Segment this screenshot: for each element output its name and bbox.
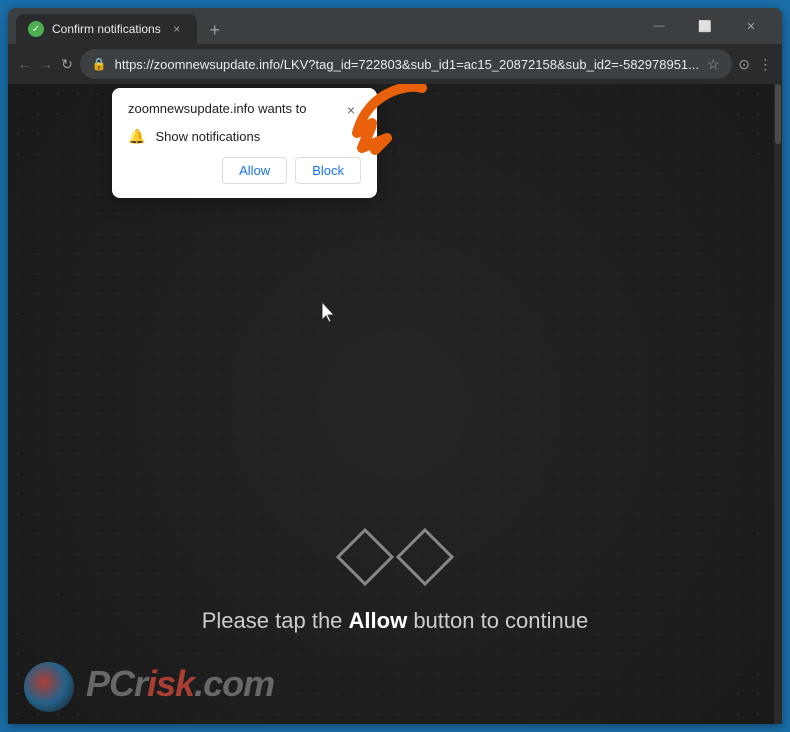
permission-text: Show notifications — [155, 129, 260, 144]
back-button[interactable]: ← — [16, 50, 33, 78]
tab-strip: ✓ Confirm notifications × + — [8, 8, 229, 44]
message-prefix: Please tap the — [202, 608, 349, 633]
mouse-cursor — [322, 302, 334, 322]
menu-icon: ⋮ — [758, 56, 772, 73]
svg-text:PCrisk.com: PCrisk.com — [86, 663, 274, 704]
message-suffix: button to continue — [407, 608, 588, 633]
popup-title: zoomnewsupdate.info wants to — [128, 100, 341, 118]
popup-permission-row: 🔔 Show notifications — [128, 128, 361, 145]
allow-button[interactable]: Allow — [222, 157, 287, 184]
page-content: zoomnewsupdate.info wants to × 🔔 Show no… — [8, 84, 782, 724]
tab-favicon: ✓ — [28, 21, 44, 37]
refresh-button[interactable]: ↻ — [58, 50, 75, 78]
bookmark-icon[interactable]: ☆ — [707, 56, 720, 73]
scrollbar-thumb[interactable] — [775, 84, 781, 144]
active-tab[interactable]: ✓ Confirm notifications × — [16, 14, 197, 44]
popup-buttons: Allow Block — [128, 157, 361, 184]
forward-button[interactable]: → — [37, 50, 54, 78]
watermark: PCrisk.com — [24, 658, 286, 716]
tab-close-button[interactable]: × — [169, 21, 185, 37]
tab-title: Confirm notifications — [52, 22, 161, 36]
profile-button[interactable]: ⊙ — [736, 50, 753, 78]
popup-header: zoomnewsupdate.info wants to × — [128, 100, 361, 120]
refresh-icon: ↻ — [61, 56, 73, 73]
lock-icon: 🔒 — [92, 57, 107, 71]
page-message: Please tap the Allow button to continue — [8, 608, 782, 634]
orange-arrow — [347, 84, 437, 163]
watermark-text: PCrisk.com — [86, 658, 286, 716]
bell-icon: 🔔 — [128, 128, 145, 145]
title-bar: ✓ Confirm notifications × + — ⬜ ✕ — [8, 8, 782, 44]
back-icon: ← — [18, 56, 32, 72]
menu-button[interactable]: ⋮ — [757, 50, 774, 78]
close-window-button[interactable]: ✕ — [728, 8, 774, 44]
new-tab-button[interactable]: + — [201, 16, 229, 44]
message-bold: Allow — [349, 608, 408, 633]
maximize-button[interactable]: ⬜ — [682, 8, 728, 44]
infinity-logo — [8, 522, 782, 592]
minimize-button[interactable]: — — [636, 8, 682, 44]
address-bar[interactable]: 🔒 https://zoomnewsupdate.info/LKV?tag_id… — [80, 49, 732, 79]
profile-icon: ⊙ — [738, 56, 750, 73]
window-controls: — ⬜ ✕ — [636, 8, 782, 44]
watermark-logo — [24, 662, 74, 712]
notification-popup: zoomnewsupdate.info wants to × 🔔 Show no… — [112, 88, 377, 198]
browser-window: ✓ Confirm notifications × + — ⬜ ✕ ← → ↻ … — [8, 8, 782, 724]
navigation-bar: ← → ↻ 🔒 https://zoomnewsupdate.info/LKV?… — [8, 44, 782, 84]
url-text: https://zoomnewsupdate.info/LKV?tag_id=7… — [115, 57, 699, 72]
page-center: Please tap the Allow button to continue — [8, 522, 782, 634]
forward-icon: → — [39, 56, 53, 72]
